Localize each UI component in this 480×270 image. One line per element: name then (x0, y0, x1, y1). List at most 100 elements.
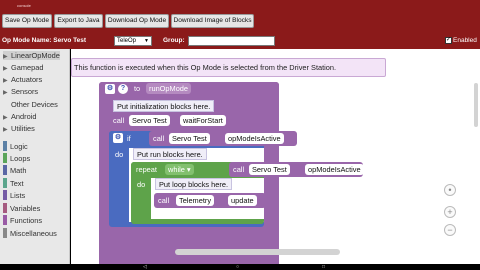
toolbox-category-variables[interactable]: Variables (3, 203, 40, 213)
vertical-scrollbar[interactable] (474, 83, 478, 127)
category-color-swatch (3, 215, 7, 225)
chevron-right-icon: ▶ (3, 115, 8, 121)
call-keyword: call (153, 134, 165, 143)
enabled-label: Enabled (453, 37, 477, 44)
toolbox-category-text[interactable]: Text (3, 178, 24, 188)
toolbox-category-label: Actuators (11, 75, 43, 84)
download-op-mode-button[interactable]: Download Op Mode (105, 14, 169, 28)
blocks-workspace[interactable]: This function is executed when this Op M… (71, 49, 480, 264)
export-to-java-button[interactable]: Export to Java (54, 14, 103, 28)
toolbox-category-lists[interactable]: Lists (3, 190, 25, 200)
call-keyword: call (113, 116, 125, 125)
toolbox-category-label: Miscellaneous (10, 229, 57, 238)
toolbox-category-label: Utilities (11, 124, 35, 133)
toolbox-category-label: Sensors (11, 87, 39, 96)
op-mode-name-value: Servo Test (53, 37, 87, 44)
gear-icon[interactable]: ⚙ (113, 133, 123, 143)
category-color-swatch (3, 153, 7, 163)
recents-icon[interactable]: □ (322, 264, 325, 270)
android-navigation-bar: ◁ ○ □ (0, 264, 480, 270)
block-tooltip: This function is executed when this Op M… (71, 58, 386, 77)
back-icon[interactable]: ◁ (143, 264, 147, 270)
category-color-swatch (3, 203, 7, 213)
toolbox-category-utilities[interactable]: ▶ Utilities (3, 124, 35, 133)
call3-object-field[interactable]: Servo Test (249, 164, 290, 175)
toolbox-category-logic[interactable]: Logic (3, 141, 28, 151)
op-mode-bar: Op Mode Name: Servo Test TeleOp ▼ Group:… (0, 33, 480, 49)
call-keyword: call (158, 196, 170, 205)
do-keyword-2: do (137, 180, 146, 189)
toolbox-category-label: Text (10, 179, 24, 188)
toolbox-category-linearopmode[interactable]: ▶ LinearOpMode (3, 51, 60, 60)
toolbox-category-miscellaneous[interactable]: Miscellaneous (3, 228, 57, 238)
call1-method-field[interactable]: waitForStart (180, 115, 226, 126)
group-input[interactable] (188, 36, 275, 46)
while-dropdown[interactable]: while ▾ (165, 164, 194, 175)
download-image-button[interactable]: Download Image of Blocks (171, 14, 254, 28)
help-icon[interactable]: ? (118, 84, 128, 94)
toolbox-category-label: Other Devices (11, 100, 58, 109)
call4-object-field[interactable]: Telemetry (176, 195, 215, 206)
call3-method-field[interactable]: opModeIsActive (305, 164, 364, 175)
op-mode-type-select[interactable]: TeleOp ▼ (114, 36, 152, 46)
save-op-mode-button[interactable]: Save Op Mode (2, 14, 52, 28)
comment-init[interactable]: Put initialization blocks here. (113, 100, 215, 112)
category-color-swatch (3, 178, 7, 188)
call1-object-field[interactable]: Servo Test (129, 115, 170, 126)
toolbox-category-loops[interactable]: Loops (3, 153, 30, 163)
toolbox-category-label: Functions (10, 216, 43, 225)
call-op-mode-is-active-block[interactable]: call Servo Test opModeIsActive (149, 131, 297, 146)
toolbar: Save Op Mode Export to Java Download Op … (0, 11, 480, 33)
call-wait-for-start-block[interactable]: call Servo Test waitForStart (109, 114, 226, 128)
horizontal-scrollbar[interactable] (175, 249, 340, 255)
toolbox-category-label: LinearOpMode (11, 51, 60, 60)
to-keyword: to (134, 84, 141, 93)
call4-method-field[interactable]: update (228, 195, 257, 206)
app-header: console (0, 0, 480, 11)
chevron-right-icon: ▶ (3, 127, 8, 133)
comment-loop[interactable]: Put loop blocks here. (155, 178, 233, 190)
toolbox-category-label: Loops (10, 154, 31, 163)
chevron-right-icon: ▶ (3, 90, 8, 96)
group-label: Group: (163, 37, 185, 44)
toolbox-category-label: Lists (10, 191, 26, 200)
toolbox-category-functions[interactable]: Functions (3, 215, 42, 225)
category-color-swatch (3, 165, 7, 175)
call-op-mode-is-active-block-2[interactable]: call Servo Test opModeIsActive (229, 162, 364, 177)
zoom-in-icon[interactable]: + (444, 206, 456, 218)
toolbox-category-math[interactable]: Math (3, 165, 26, 175)
category-color-swatch (3, 141, 7, 151)
toolbox-category-android[interactable]: ▶ Android (3, 112, 36, 121)
chevron-right-icon: ▶ (3, 66, 8, 72)
call2-object-field[interactable]: Servo Test (169, 133, 210, 144)
toolbox-category-actuators[interactable]: ▶ Actuators (3, 75, 42, 84)
toolbox-category-label: Logic (10, 142, 28, 151)
logo-subtitle: console (17, 3, 31, 8)
comment-run[interactable]: Put run blocks here. (133, 148, 207, 160)
chevron-down-icon: ▼ (144, 38, 149, 44)
do-keyword: do (115, 150, 124, 159)
toolbox-category-gamepad[interactable]: ▶ Gamepad (3, 63, 43, 72)
call-telemetry-update-block[interactable]: call Telemetry update (154, 193, 266, 208)
toolbox-category-other-devices[interactable]: Other Devices (3, 100, 58, 109)
call-keyword: call (233, 165, 245, 174)
function-name-field[interactable]: runOpMode (146, 83, 192, 94)
function-block-header[interactable]: ⚙ ? to runOpMode (99, 82, 279, 96)
op-mode-type-value: TeleOp (117, 38, 137, 44)
zoom-out-icon[interactable]: − (444, 224, 456, 236)
call2-method-field[interactable]: opModeIsActive (225, 133, 284, 144)
enabled-checkbox[interactable]: ✓ (445, 37, 452, 44)
chevron-right-icon: ▶ (3, 78, 8, 84)
zoom-reset-icon[interactable]: • (444, 184, 456, 196)
home-icon[interactable]: ○ (236, 264, 239, 270)
repeat-keyword: repeat (136, 165, 157, 174)
blocks-toolbox: ▶ LinearOpMode ▶ Gamepad ▶ Actuators ▶ Sensors O… (0, 49, 70, 264)
toolbox-category-label: Gamepad (11, 63, 44, 72)
category-color-swatch (3, 228, 7, 238)
chevron-right-icon: ▶ (3, 54, 8, 60)
toolbox-category-label: Variables (10, 204, 41, 213)
gear-icon[interactable]: ⚙ (105, 84, 115, 94)
category-color-swatch (3, 190, 7, 200)
toolbox-category-sensors[interactable]: ▶ Sensors (3, 87, 38, 96)
toolbox-category-label: Math (10, 166, 27, 175)
